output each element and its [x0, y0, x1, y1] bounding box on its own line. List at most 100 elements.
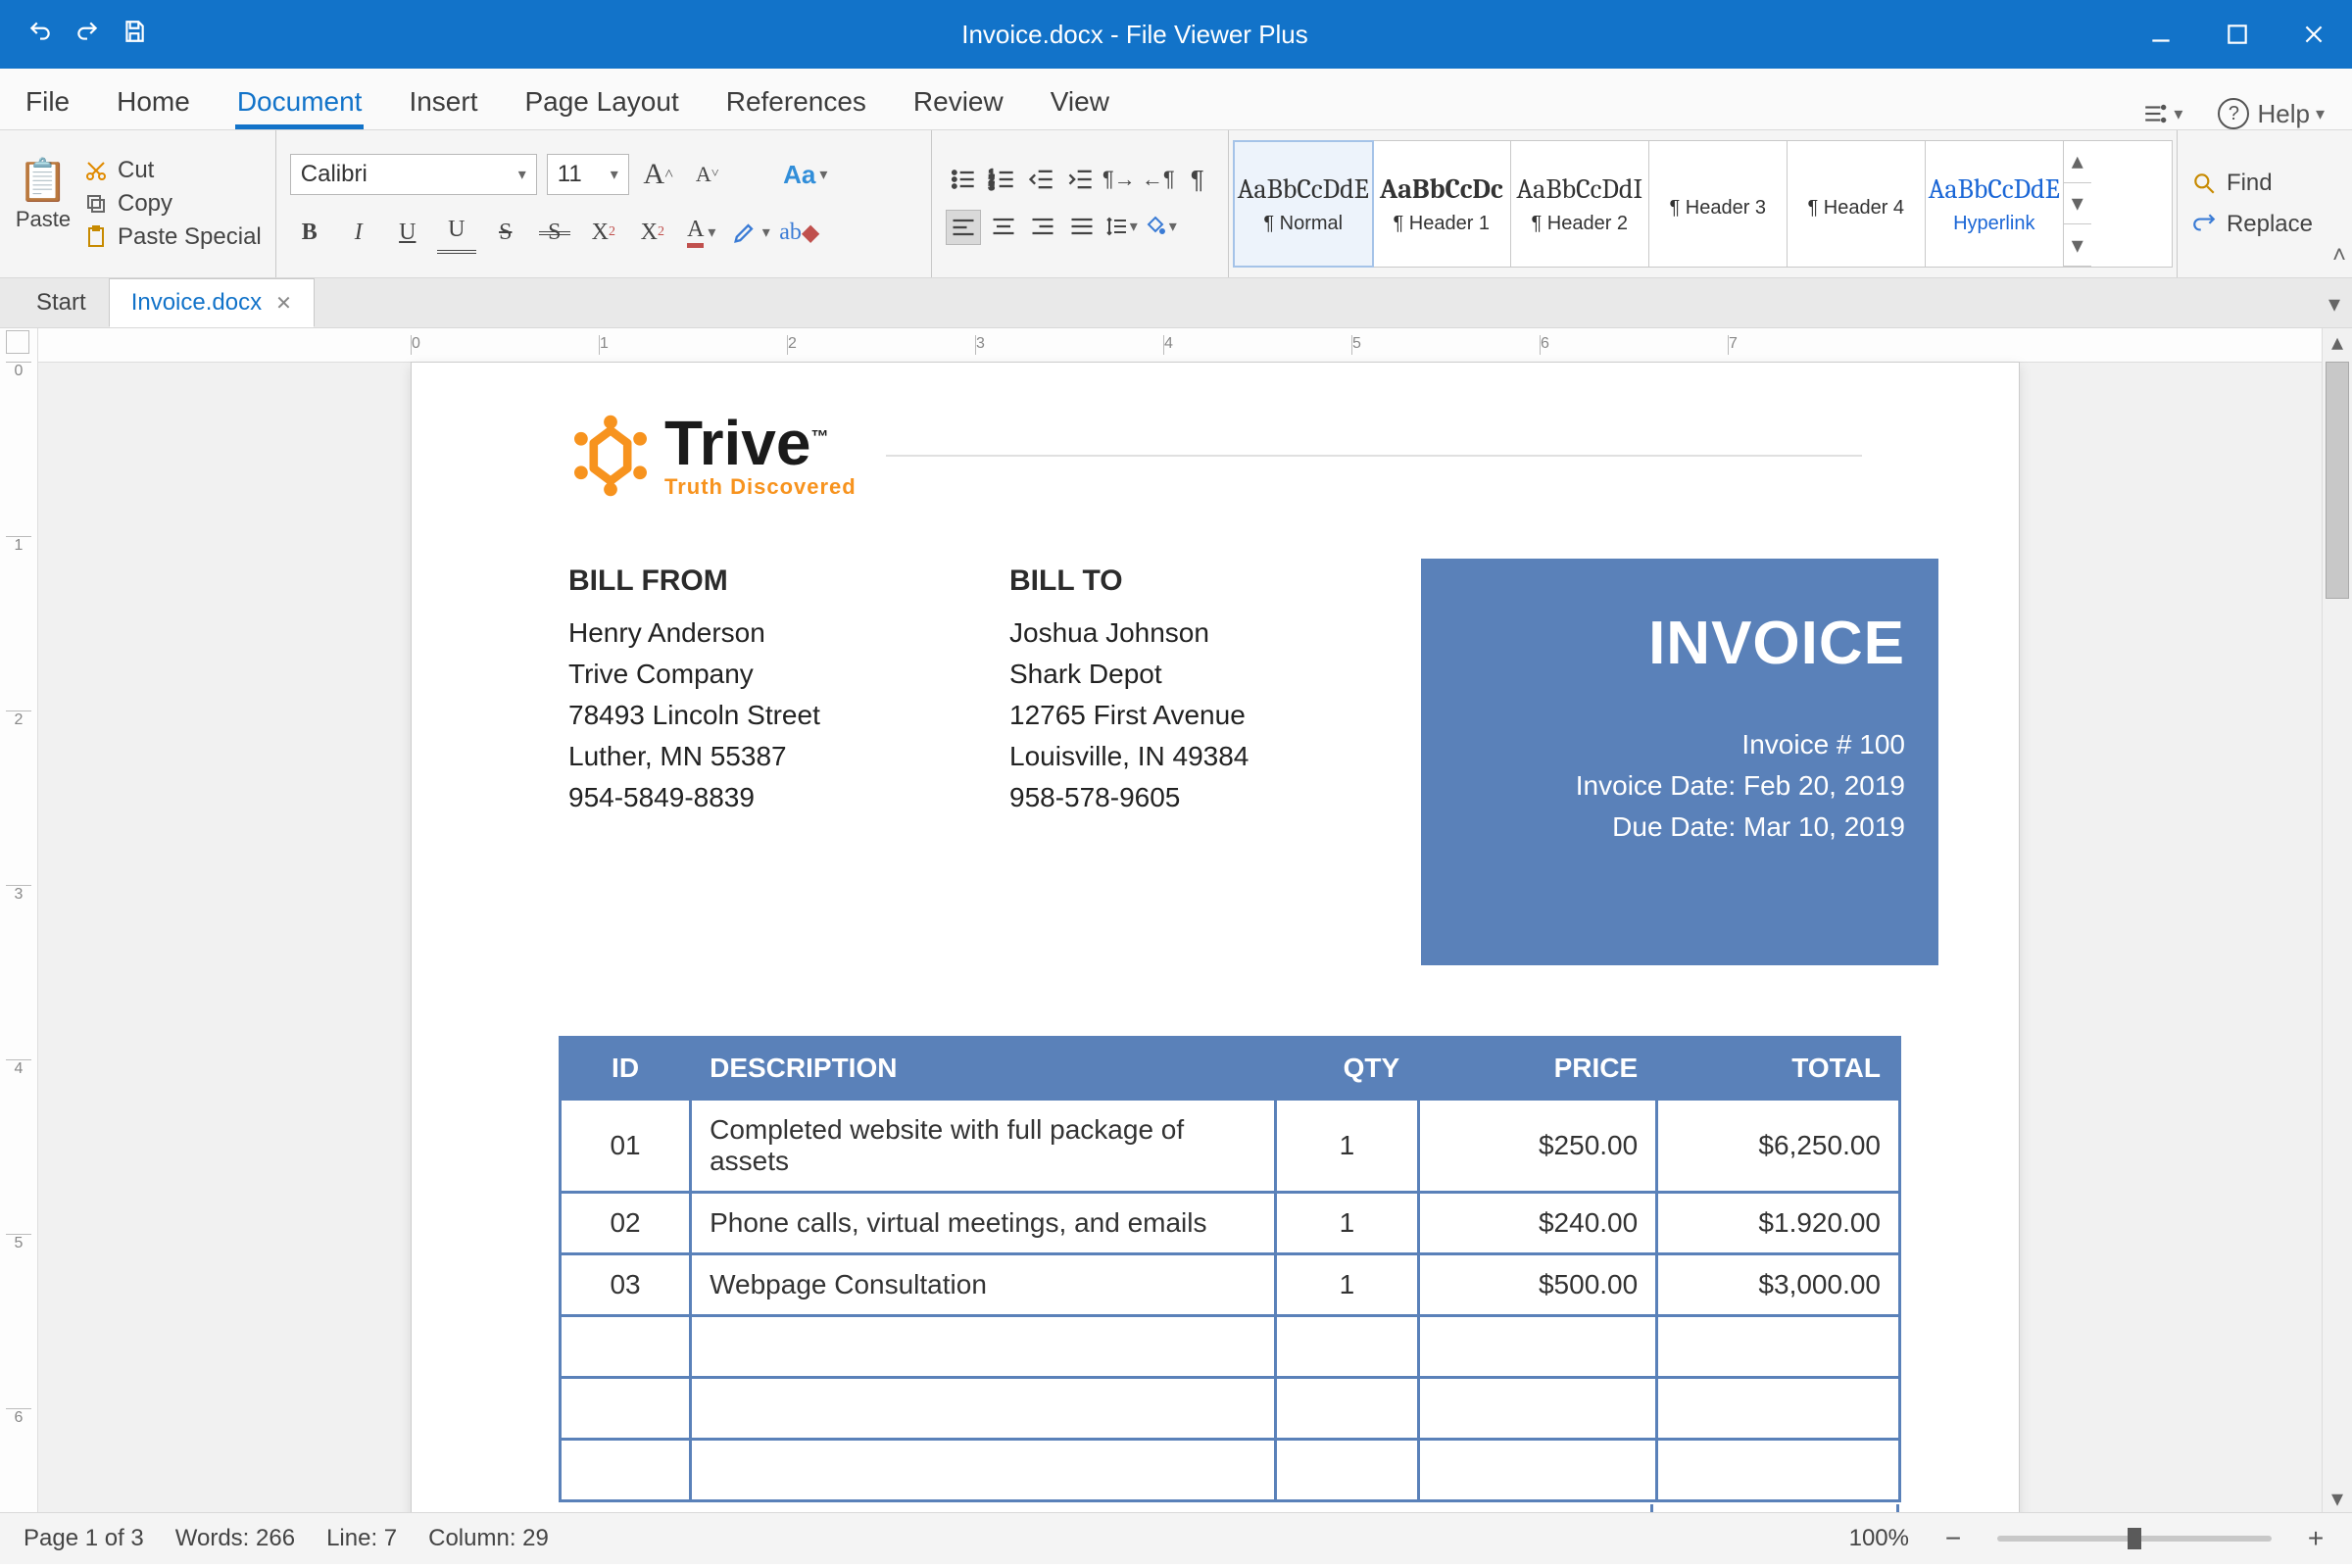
zoom-slider[interactable]	[1997, 1536, 2272, 1542]
help-button[interactable]: ? Help ▾	[2218, 98, 2325, 129]
scroll-thumb[interactable]	[2326, 362, 2349, 599]
decrease-indent-button[interactable]	[1024, 163, 1057, 196]
double-strike-button[interactable]: S	[535, 213, 574, 252]
justify-button[interactable]	[1065, 210, 1099, 243]
trive-logo: Trive™ Truth Discovered	[568, 412, 857, 500]
style-header2[interactable]: AaBbCcDdI¶ Header 2	[1511, 141, 1649, 267]
ribbon-options-button[interactable]: ▾	[2142, 101, 2182, 126]
logo-tm: ™	[810, 427, 828, 447]
styles-scroll[interactable]: ▴▾▾	[2064, 141, 2091, 267]
header-rule	[886, 455, 1862, 457]
group-styles: AaBbCcDdE¶ Normal AaBbCcDc¶ Header 1 AaB…	[1229, 130, 2178, 277]
bill-from-city: Luther, MN 55387	[568, 736, 1009, 777]
font-size-combo[interactable]: 11▾	[547, 154, 629, 195]
bullets-button[interactable]	[946, 163, 979, 196]
paste-icon: 📋	[18, 157, 69, 205]
status-page: Page 1 of 3	[24, 1525, 144, 1552]
line-spacing-button[interactable]: ▾	[1104, 210, 1138, 243]
grow-font-button[interactable]: A˄	[639, 155, 678, 194]
font-color-button[interactable]: A▾	[682, 213, 721, 252]
ltr-button[interactable]: ¶→	[1102, 163, 1136, 196]
align-center-button[interactable]	[987, 210, 1020, 243]
table-row: 03Webpage Consultation1$500.00$3,000.00	[561, 1254, 1900, 1316]
tab-home[interactable]: Home	[115, 74, 192, 129]
zoom-in-button[interactable]: +	[2303, 1523, 2328, 1554]
change-case-button[interactable]: Aa▾	[786, 155, 825, 194]
bill-from-phone: 954-5849-8839	[568, 777, 1009, 818]
style-hyperlink[interactable]: AaBbCcDdEHyperlink	[1926, 141, 2064, 267]
minimize-button[interactable]	[2123, 0, 2199, 69]
tab-review[interactable]: Review	[911, 74, 1005, 129]
invoice-due: Due Date: Mar 10, 2019	[1454, 807, 1905, 848]
scroll-down-icon[interactable]: ▾	[2323, 1485, 2352, 1512]
paste-button[interactable]: 📋 Paste	[14, 157, 73, 232]
underline-button[interactable]: U	[388, 213, 427, 252]
ruler-corner-icon	[6, 330, 29, 354]
increase-indent-button[interactable]	[1063, 163, 1097, 196]
zoom-value: 100%	[1849, 1525, 1909, 1552]
rtl-button[interactable]: ←¶	[1142, 163, 1175, 196]
bill-from-street: 78493 Lincoln Street	[568, 695, 1009, 736]
paste-special-button[interactable]: Paste Special	[84, 223, 262, 251]
style-normal[interactable]: AaBbCcDdE¶ Normal	[1233, 140, 1374, 268]
strikethrough-button[interactable]: S	[486, 213, 525, 252]
tab-insert[interactable]: Insert	[407, 74, 479, 129]
replace-button[interactable]: Replace	[2191, 211, 2313, 238]
th-price: PRICE	[1419, 1038, 1657, 1100]
close-button[interactable]	[2276, 0, 2352, 69]
font-name-combo[interactable]: Calibri▾	[290, 154, 537, 195]
group-clipboard: 📋 Paste Cut Copy Paste Special	[0, 130, 276, 277]
close-tab-icon[interactable]: ✕	[275, 291, 292, 316]
bill-to-street: 12765 First Avenue	[1009, 695, 1421, 736]
trive-logo-icon	[568, 414, 653, 498]
double-underline-button[interactable]: U	[437, 211, 476, 254]
scroll-up-icon[interactable]: ▴	[2323, 328, 2352, 356]
tabs-expand-icon[interactable]: ▾	[2328, 290, 2340, 318]
invoice-date: Invoice Date: Feb 20, 2019	[1454, 765, 1905, 807]
invoice-number: Invoice # 100	[1454, 724, 1905, 765]
style-header4[interactable]: ¶ Header 4	[1788, 141, 1926, 267]
style-header1[interactable]: AaBbCcDc¶ Header 1	[1373, 141, 1511, 267]
doctab-start[interactable]: Start	[14, 278, 109, 327]
styles-more-icon[interactable]: ▾	[2064, 224, 2091, 267]
cut-label: Cut	[118, 157, 154, 184]
doctab-invoice[interactable]: Invoice.docx ✕	[109, 278, 315, 327]
shading-button[interactable]: ▾	[1144, 210, 1177, 243]
clear-format-button[interactable]: ab◆	[780, 213, 819, 252]
zoom-slider-thumb[interactable]	[2128, 1528, 2141, 1549]
font-size-value: 11	[558, 161, 582, 188]
zoom-out-button[interactable]: −	[1940, 1523, 1966, 1554]
maximize-button[interactable]	[2199, 0, 2276, 69]
find-button[interactable]: Find	[2191, 170, 2313, 197]
document-page[interactable]: Trive™ Truth Discovered BILL FROM Henry …	[411, 362, 2020, 1512]
tab-file[interactable]: File	[24, 74, 72, 129]
bold-button[interactable]: B	[290, 213, 329, 252]
italic-button[interactable]: I	[339, 213, 378, 252]
superscript-button[interactable]: X2	[584, 213, 623, 252]
table-row: 01Completed website with full package of…	[561, 1100, 1900, 1193]
tab-references[interactable]: References	[724, 74, 868, 129]
copy-button[interactable]: Copy	[84, 190, 262, 218]
numbering-button[interactable]: 123	[985, 163, 1018, 196]
collapse-ribbon-button[interactable]: ˄	[2327, 130, 2352, 277]
vertical-ruler: 01234567	[0, 328, 38, 1512]
style-header3[interactable]: ¶ Header 3	[1649, 141, 1788, 267]
chevron-up-icon[interactable]: ▴	[2064, 141, 2091, 183]
group-editing: Find Replace	[2178, 130, 2327, 277]
align-right-button[interactable]	[1026, 210, 1059, 243]
save-icon[interactable]	[122, 19, 147, 51]
chevron-down-icon[interactable]: ▾	[2064, 183, 2091, 225]
tab-view[interactable]: View	[1049, 74, 1111, 129]
subtotal-label: Sub Total	[561, 1504, 1648, 1512]
highlight-button[interactable]: ▾	[731, 213, 770, 252]
tab-document[interactable]: Document	[235, 74, 365, 129]
tab-page-layout[interactable]: Page Layout	[522, 74, 680, 129]
vertical-scrollbar[interactable]: ▴ ▾	[2322, 328, 2352, 1512]
subscript-button[interactable]: X2	[633, 213, 672, 252]
undo-icon[interactable]	[27, 19, 53, 51]
cut-button[interactable]: Cut	[84, 157, 262, 184]
show-marks-button[interactable]: ¶	[1181, 163, 1214, 196]
align-left-button[interactable]	[946, 210, 981, 245]
shrink-font-button[interactable]: A˅	[688, 155, 727, 194]
redo-icon[interactable]	[74, 19, 100, 51]
